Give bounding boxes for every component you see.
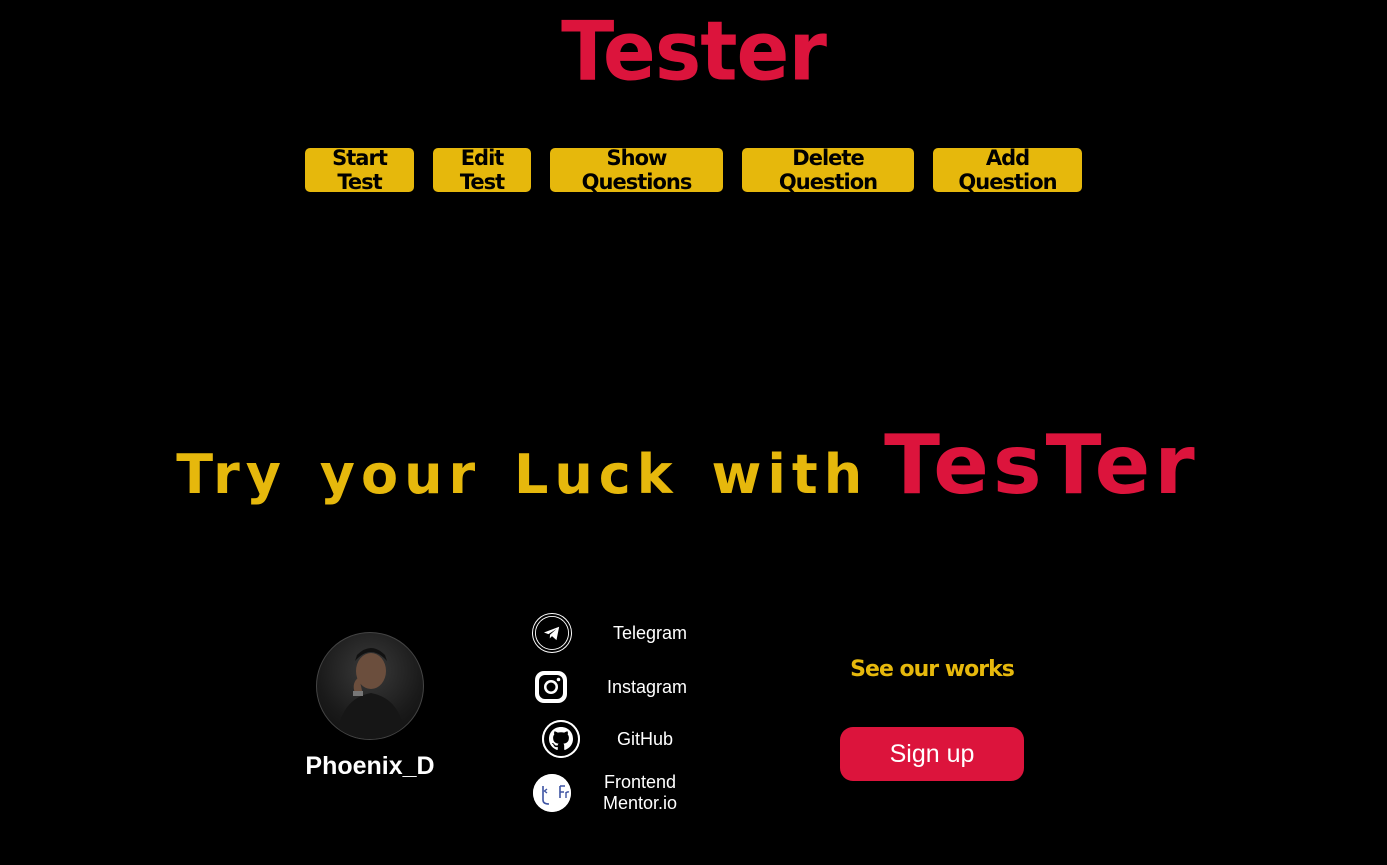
sign-up-button[interactable]: Sign up xyxy=(840,727,1024,781)
see-our-works-label: See our works xyxy=(850,657,1015,682)
page-title: Tester xyxy=(561,4,827,100)
instagram-label: Instagram xyxy=(606,676,688,697)
show-questions-button[interactable]: Show Questions xyxy=(550,146,723,194)
telegram-label: Telegram xyxy=(612,622,688,643)
profile-card: Phoenix_D xyxy=(305,632,435,781)
hero-heading: Try your Luck with TesTer xyxy=(0,418,1387,513)
profile-name: Phoenix_D xyxy=(305,752,435,780)
github-icon xyxy=(542,720,580,758)
frontend-mentor-link[interactable]: Frontend Mentor.io xyxy=(528,772,708,814)
profile-photo-icon xyxy=(337,648,405,739)
avatar xyxy=(316,632,424,740)
hero-brand: TesTer xyxy=(884,418,1199,513)
telegram-icon xyxy=(533,614,571,652)
hero-tagline: Try your Luck with xyxy=(176,443,869,506)
telegram-link[interactable]: Telegram xyxy=(528,614,708,652)
delete-question-button[interactable]: Delete Question xyxy=(742,146,914,194)
instagram-icon xyxy=(530,666,572,708)
edit-test-button[interactable]: Edit Test xyxy=(433,146,531,194)
add-question-button[interactable]: Add Question xyxy=(933,146,1082,194)
instagram-link[interactable]: Instagram xyxy=(528,666,708,708)
start-test-button[interactable]: Start Test xyxy=(305,146,414,194)
frontend-mentor-icon xyxy=(533,774,571,812)
github-label: GitHub xyxy=(616,728,674,749)
main-nav: Start Test Edit Test Show Questions Dele… xyxy=(0,146,1387,194)
github-link[interactable]: GitHub xyxy=(528,720,708,758)
frontend-mentor-label: Frontend Mentor.io xyxy=(602,772,678,813)
